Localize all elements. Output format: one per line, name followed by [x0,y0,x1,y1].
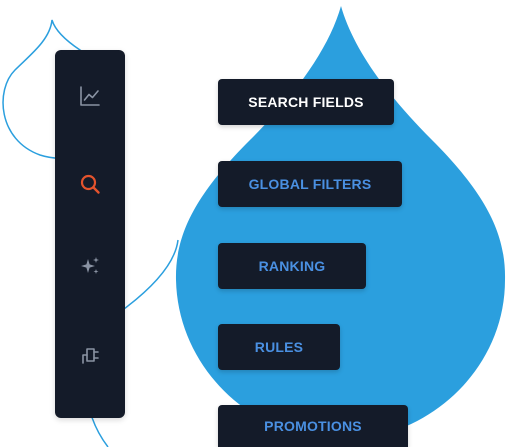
sidebar-item-analytics[interactable] [70,76,110,116]
search-icon [80,174,100,194]
screen: SEARCH FIELDS GLOBAL FILTERS RANKING RUL… [0,0,508,447]
search-fields-button[interactable]: SEARCH FIELDS [218,79,394,125]
sidebar-panel [55,50,125,418]
large-drop-shape [175,6,506,440]
global-filters-button[interactable]: GLOBAL FILTERS [218,161,402,207]
sidebar-item-plugins[interactable] [70,335,110,375]
sidebar-item-ai[interactable] [70,246,110,286]
rules-button[interactable]: RULES [218,324,340,370]
ranking-button[interactable]: RANKING [218,243,366,289]
chart-line-icon [80,86,100,106]
sparkles-icon [81,257,99,274]
promotions-button[interactable]: PROMOTIONS [218,405,408,447]
plug-icon [82,348,99,364]
sidebar-item-search[interactable] [70,164,110,204]
